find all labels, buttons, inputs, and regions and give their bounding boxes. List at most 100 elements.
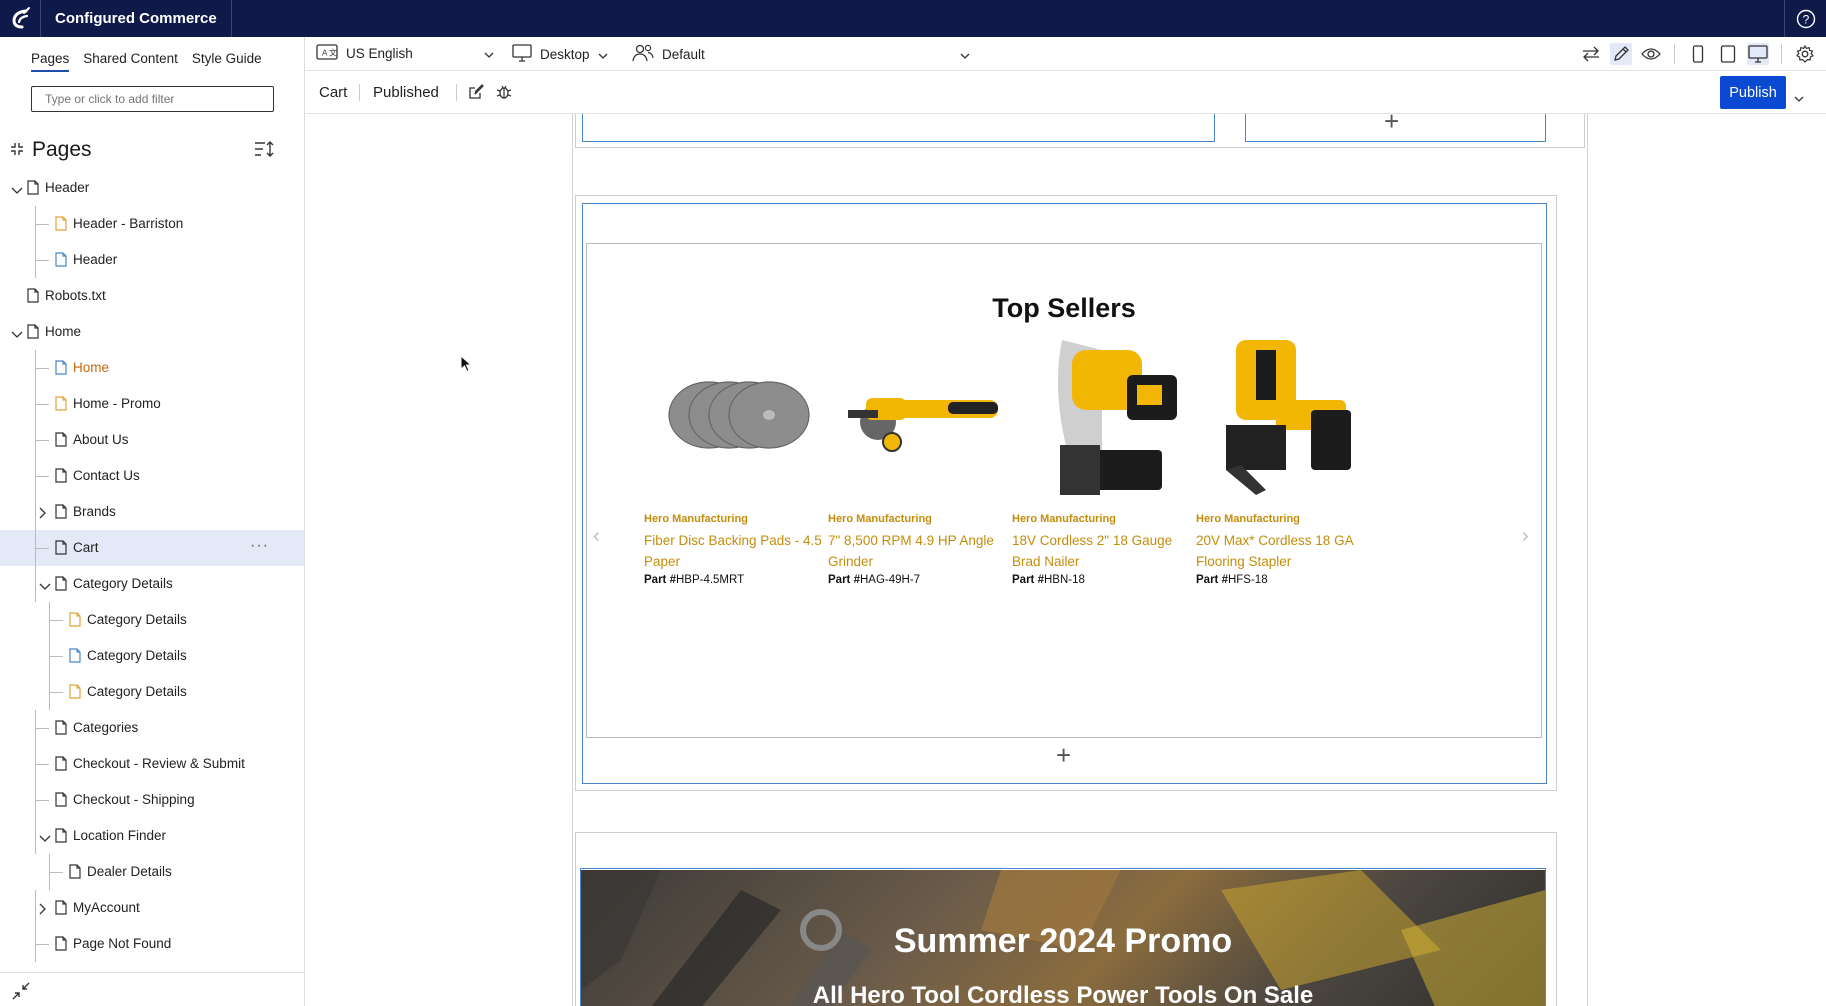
page-icon: [55, 468, 67, 486]
add-widget-icon[interactable]: +: [1056, 742, 1071, 768]
product-manufacturer[interactable]: Hero Manufacturing: [1196, 513, 1386, 525]
product-image[interactable]: [644, 330, 834, 500]
desktop-view-icon[interactable]: [1747, 43, 1769, 65]
page-icon: [55, 504, 67, 522]
minimize-icon[interactable]: [11, 981, 31, 1004]
column-zone[interactable]: [582, 114, 1215, 142]
chevron-down-icon[interactable]: [39, 831, 51, 846]
product-card[interactable]: Hero Manufacturing 7" 8,500 RPM 4.9 HP An…: [828, 330, 1018, 586]
tree-connector: [35, 746, 36, 782]
top-bar: Configured Commerce ?: [0, 0, 1826, 37]
page-icon: [55, 360, 67, 378]
chevron-right-icon[interactable]: [39, 507, 47, 522]
product-image[interactable]: [828, 330, 1018, 500]
top-sellers-widget[interactable]: Top Sellers ‹ › Hero Manufacturing Fiber …: [586, 243, 1542, 738]
page-icon: [55, 720, 67, 738]
chevron-down-icon[interactable]: [39, 579, 51, 594]
tree-item[interactable]: Robots.txt: [0, 278, 304, 314]
help-icon[interactable]: ?: [1784, 0, 1826, 37]
tree-item[interactable]: Location Finder: [0, 818, 304, 854]
swap-icon[interactable]: [1580, 43, 1602, 65]
tablet-icon[interactable]: [1717, 43, 1739, 65]
edit-pencil-icon[interactable]: [1610, 43, 1632, 65]
tree-connector: [35, 800, 49, 801]
collapse-icon[interactable]: [10, 142, 24, 159]
tree-connector: [35, 458, 36, 494]
edit-page-icon[interactable]: [468, 84, 484, 104]
tree-connector: [35, 944, 49, 945]
tree-item[interactable]: Checkout - Shipping: [0, 782, 304, 818]
tree-connector: [35, 890, 36, 926]
tree-item[interactable]: Dealer Details: [0, 854, 304, 890]
product-name-link[interactable]: 7" 8,500 RPM 4.9 HP Angle Grinder: [828, 530, 1018, 572]
settings-gear-icon[interactable]: [1794, 43, 1816, 65]
carousel-prev-icon[interactable]: ‹: [593, 525, 600, 548]
svg-text:?: ?: [1802, 12, 1809, 26]
tree-item[interactable]: Cart ···: [0, 530, 304, 566]
filter-input[interactable]: [31, 86, 274, 112]
tree-item[interactable]: Category Details: [0, 566, 304, 602]
tree-item[interactable]: Categories: [0, 710, 304, 746]
tree-item[interactable]: About Us: [0, 422, 304, 458]
tree-item[interactable]: Contact Us: [0, 458, 304, 494]
tree-item[interactable]: Brands: [0, 494, 304, 530]
language-select[interactable]: A文 US English: [316, 44, 494, 63]
add-widget-icon[interactable]: +: [1384, 114, 1399, 134]
tree-item[interactable]: Category Details: [0, 674, 304, 710]
tree-item[interactable]: Home: [0, 314, 304, 350]
chevron-down-icon[interactable]: [11, 183, 23, 198]
tree-connector: [35, 782, 36, 818]
tab-pages[interactable]: Pages: [31, 51, 70, 72]
tree-item[interactable]: Category Details: [0, 638, 304, 674]
tree-connector: [49, 602, 50, 638]
persona-select[interactable]: Default: [632, 44, 970, 65]
tree-item[interactable]: Header: [0, 170, 304, 206]
product-manufacturer[interactable]: Hero Manufacturing: [828, 513, 1018, 525]
tree-item[interactable]: Header - Barriston: [0, 206, 304, 242]
publish-button[interactable]: Publish: [1720, 76, 1786, 109]
tab-style-guide[interactable]: Style Guide: [192, 51, 262, 72]
tree-item[interactable]: Category Details: [0, 602, 304, 638]
tree-item-label: Robots.txt: [45, 288, 106, 303]
sort-icon[interactable]: [254, 140, 274, 160]
phone-icon[interactable]: [1687, 43, 1709, 65]
page-icon: [55, 756, 67, 774]
preview-eye-icon[interactable]: [1640, 43, 1662, 65]
product-manufacturer[interactable]: Hero Manufacturing: [1012, 513, 1202, 525]
more-options-icon[interactable]: ···: [250, 537, 269, 555]
tree-item[interactable]: Checkout - Review & Submit: [0, 746, 304, 782]
product-name-link[interactable]: Fiber Disc Backing Pads - 4.5 Paper: [644, 530, 834, 572]
app-logo-icon[interactable]: [0, 0, 40, 37]
debug-bug-icon[interactable]: [496, 84, 512, 104]
language-label: US English: [346, 46, 413, 61]
chevron-right-icon[interactable]: [39, 903, 47, 918]
product-name-link[interactable]: 18V Cordless 2" 18 Gauge Brad Nailer: [1012, 530, 1202, 572]
tree-item[interactable]: MyAccount: [0, 890, 304, 926]
product-card[interactable]: Hero Manufacturing Fiber Disc Backing Pad…: [644, 330, 834, 586]
product-name-link[interactable]: 20V Max* Cordless 18 GA Flooring Stapler: [1196, 530, 1386, 572]
section-zone[interactable]: [580, 868, 1546, 1006]
tree-item[interactable]: Home - Promo: [0, 386, 304, 422]
page-icon: [55, 828, 67, 846]
page-tree: Header Header - Barriston Header Robots.txt…: [0, 170, 304, 962]
chevron-down-icon[interactable]: [11, 327, 23, 342]
tree-item-label: Category Details: [87, 684, 187, 699]
product-image[interactable]: [1012, 330, 1202, 500]
product-manufacturer[interactable]: Hero Manufacturing: [644, 513, 834, 525]
language-icon: A文: [316, 44, 338, 63]
tree-item[interactable]: Home: [0, 350, 304, 386]
device-select[interactable]: Desktop: [512, 44, 608, 65]
app-name: Configured Commerce: [40, 0, 232, 37]
tree-item[interactable]: Page Not Found: [0, 926, 304, 962]
carousel-next-icon[interactable]: ›: [1522, 525, 1529, 548]
page-icon: [55, 396, 67, 414]
tab-shared-content[interactable]: Shared Content: [83, 51, 178, 72]
product-card[interactable]: Hero Manufacturing 20V Max* Cordless 18 G…: [1196, 330, 1386, 586]
product-image[interactable]: [1196, 330, 1386, 500]
tree-item[interactable]: Header: [0, 242, 304, 278]
publish-options-chevron-icon[interactable]: [1794, 89, 1804, 106]
product-card[interactable]: Hero Manufacturing 18V Cordless 2" 18 Gau…: [1012, 330, 1202, 586]
tree-connector: [35, 710, 36, 746]
toolbar-divider: [1781, 44, 1782, 64]
tree-connector: [49, 674, 50, 710]
